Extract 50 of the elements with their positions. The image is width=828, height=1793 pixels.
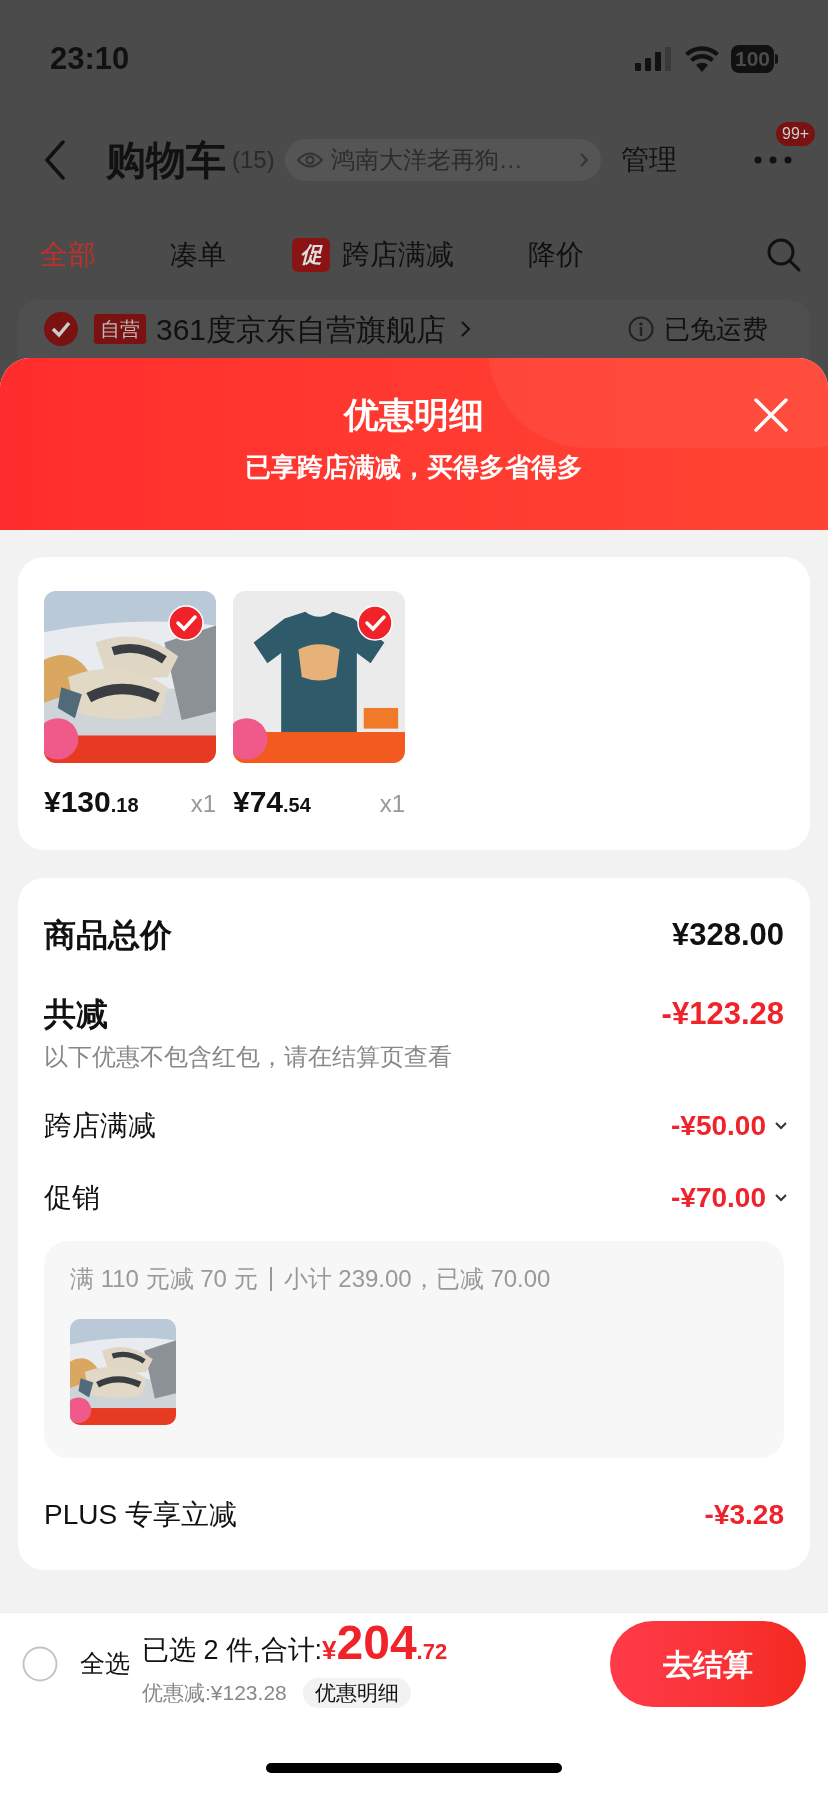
more-icon[interactable] [754,156,792,164]
info-icon [628,316,654,342]
select-all-label[interactable]: 全选 [80,1645,130,1683]
discount-value: -¥123.28 [661,994,784,1033]
item-quantity: x1 [190,789,216,819]
chevron-right-icon [578,152,589,168]
item-price: ¥74.54 [233,784,311,820]
discount-amount: -¥3.28 [704,1498,784,1532]
eye-icon [296,151,323,169]
chevron-down-icon[interactable] [774,1193,788,1203]
status-time: 23:10 [50,39,130,78]
chevron-down-icon[interactable] [774,1121,788,1131]
wifi-icon [684,46,719,72]
shipping-note: 已免运费 [664,312,768,346]
discount-name: 跨店满减 [44,1109,156,1143]
signal-icon [634,47,673,71]
tab[interactable]: 全部 [40,234,96,276]
item-price: ¥130.18 [44,784,139,820]
total-label: 商品总价 [44,916,172,955]
manage-link[interactable]: 管理 [620,139,677,181]
discount-note: 以下优惠不包含红包，请在结算页查看 [44,1042,453,1072]
tab[interactable]: 凑单 [170,234,226,276]
tab[interactable]: 促 跨店满减 [292,234,454,276]
checkout-button[interactable]: 去结算 [610,1621,806,1707]
discount-amount: -¥50.00 [671,1109,766,1143]
discount-detail-button[interactable]: 优惠明细 [302,1678,411,1708]
total-value: ¥328.00 [671,915,784,954]
close-icon[interactable] [754,398,788,432]
store-tag: 自营 [94,314,146,344]
checkbox[interactable] [44,312,78,346]
discount-amount: -¥70.00 [671,1181,766,1215]
search-icon[interactable] [766,237,802,273]
promo-subtotal: 小计 239.00，已减 70.00 [283,1264,551,1294]
savings-text: 优惠减:¥123.28 [142,1680,287,1707]
promo-tag: 促 [292,238,330,272]
sheet-title: 优惠明细 [344,394,484,436]
discount-name: 促销 [44,1181,100,1215]
back-icon[interactable] [44,140,66,180]
chevron-right-icon [460,319,473,339]
item-quantity: x1 [379,789,405,819]
store-name[interactable]: 361度京东自营旗舰店 [156,306,447,352]
page-title: 购物车 [106,137,226,184]
discount-label: 共减 [44,995,108,1034]
discount-name: PLUS 专享立减 [44,1498,237,1532]
total-price: ¥204.72 [322,1619,448,1668]
selected-summary: 已选 2 件,合计: [142,1637,323,1665]
sheet-subtitle: 已享跨店满减，买得多省得多 [245,451,583,484]
notification-badge: 99+ [776,122,816,146]
tab[interactable]: 降价 [528,234,584,276]
promo-rule: 满 110 元减 70 元 [70,1264,258,1294]
